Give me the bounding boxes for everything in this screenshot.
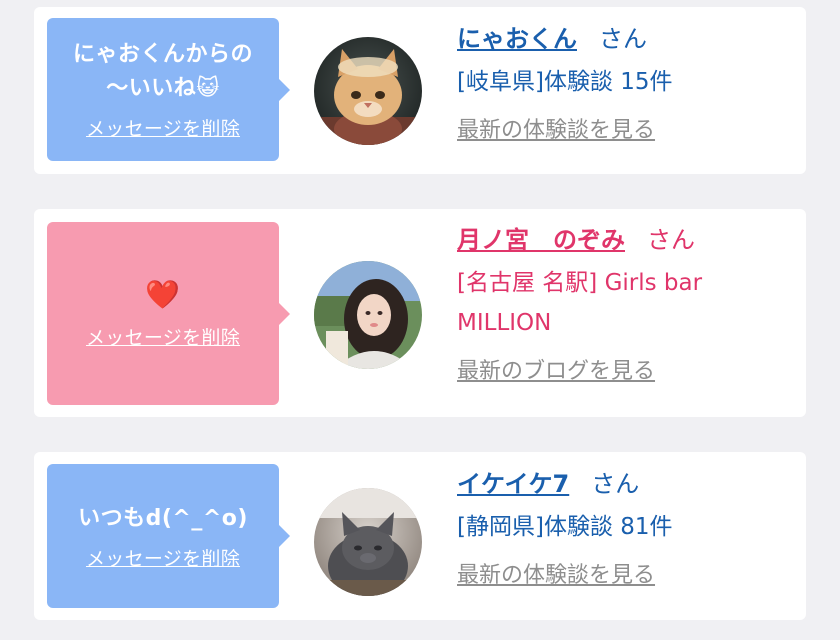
- like-card: いつもd(^_^o) メッセージを削除 イケイケ7 さん [静岡県]体験談 81…: [34, 452, 806, 620]
- user-name-link[interactable]: イケイケ7: [457, 470, 569, 498]
- detail-line: [名古屋 名駅] Girls bar: [457, 270, 703, 296]
- gray-kitten-avatar[interactable]: [314, 488, 422, 596]
- user-name-link[interactable]: にゃおくん: [457, 25, 577, 53]
- orange-cat-avatar[interactable]: [314, 37, 422, 145]
- view-latest-blog-link[interactable]: 最新のブログを見る: [457, 353, 655, 385]
- message-line: にゃおくんからの: [72, 42, 253, 67]
- user-info: にゃおくん さん [岐阜県]体験談 15件 最新の体験談を見る: [457, 22, 673, 144]
- user-info: イケイケ7 さん [静岡県]体験談 81件 最新の体験談を見る: [457, 467, 673, 589]
- honorific: さん: [591, 470, 640, 498]
- message-text: にゃおくんからの 〜いいね😺: [73, 38, 253, 106]
- honorific: さん: [599, 25, 647, 53]
- view-latest-link[interactable]: 最新の体験談を見る: [457, 557, 655, 589]
- honorific: さん: [647, 226, 695, 254]
- message-bubble: いつもd(^_^o) メッセージを削除: [47, 464, 290, 608]
- delete-message-link[interactable]: メッセージを削除: [86, 114, 240, 141]
- like-card: にゃおくんからの 〜いいね😺 メッセージを削除 にゃおくん さん [岐阜県]体験…: [34, 7, 806, 174]
- message-bubble: にゃおくんからの 〜いいね😺 メッセージを削除: [47, 18, 290, 161]
- message-line: 〜いいね: [106, 76, 197, 101]
- detail-line: MILLION: [457, 310, 552, 336]
- woman-photo-avatar[interactable]: [314, 261, 422, 369]
- delete-message-link[interactable]: メッセージを削除: [86, 323, 240, 350]
- view-latest-link[interactable]: 最新の体験談を見る: [457, 112, 655, 144]
- like-card: ❤️ メッセージを削除 月ノ宮 のぞみ さん [名古屋 名駅] Girls bar…: [34, 209, 806, 417]
- red-heart-emoji-icon: ❤️: [145, 277, 181, 311]
- user-detail: [静岡県]体験談 81件: [457, 514, 673, 540]
- delete-message-link[interactable]: メッセージを削除: [86, 544, 240, 571]
- user-detail: [名古屋 名駅] Girls bar MILLION: [457, 263, 702, 343]
- user-detail: [岐阜県]体験談 15件: [457, 69, 673, 95]
- cat-face-emoji-icon: 😺: [196, 76, 220, 101]
- message-text: ❤️: [145, 278, 180, 315]
- message-bubble: ❤️ メッセージを削除: [47, 222, 290, 405]
- user-name-link[interactable]: 月ノ宮 のぞみ: [457, 226, 625, 254]
- message-text: いつもd(^_^o): [78, 505, 248, 531]
- user-info: 月ノ宮 のぞみ さん [名古屋 名駅] Girls bar MILLION 最新の…: [457, 223, 702, 385]
